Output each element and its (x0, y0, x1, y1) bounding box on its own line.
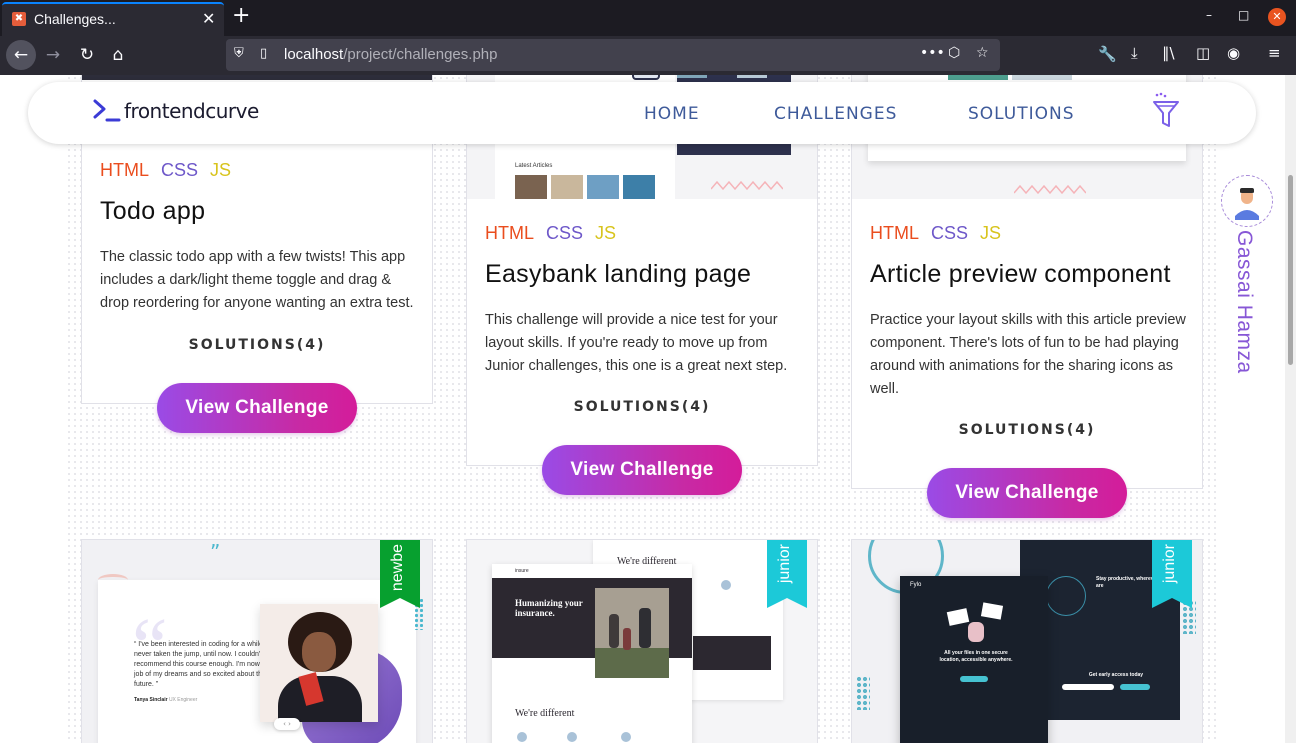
browser-toolbar: ← → ↻ ⌂ ⛨ ▯ localhost/project/challenges… (0, 36, 1296, 75)
reload-icon[interactable]: ↻ (72, 40, 102, 70)
home-icon[interactable]: ⌂ (103, 40, 133, 70)
pocket-icon[interactable]: ⬡ (948, 45, 960, 61)
solutions-count[interactable]: SOLUTIONS(4) (852, 422, 1202, 438)
profile-name: Gassai Hamza (1233, 230, 1256, 374)
tech-tags: HTML CSS JS (100, 160, 231, 181)
tag-css: CSS (161, 160, 199, 180)
page-viewport: HTML CSS JS Todo app The classic todo app … (0, 75, 1296, 743)
url-text[interactable]: localhost/project/challenges.php (284, 46, 497, 63)
card-title: Todo app (100, 197, 206, 225)
fylo-headline: All your files in one secure location, a… (939, 650, 1013, 663)
level-ribbon: junior (767, 540, 807, 608)
tag-html: HTML (485, 223, 534, 243)
insure-different-heading-2: We're different (515, 708, 575, 719)
zigzag-decoration (1014, 184, 1086, 195)
site-header: frontendcurve HOME CHALLENGES SOLUTIONS (28, 82, 1256, 144)
slider-arrows: ‹ › (274, 718, 300, 730)
forward-icon[interactable]: → (38, 40, 68, 70)
card-description: The classic todo app with a few twists! … (100, 249, 414, 311)
tag-html: HTML (870, 223, 919, 243)
filter-funnel-icon[interactable] (1151, 92, 1181, 130)
window-close-icon[interactable]: ✕ (1268, 8, 1286, 26)
browser-tab[interactable]: ✖ Challenges... ✕ (2, 2, 224, 36)
url-host: localhost (284, 46, 344, 63)
sidebar-icon[interactable]: ◫ (1196, 44, 1210, 62)
level-label: junior (1161, 544, 1178, 584)
insure-logo: insure (515, 568, 529, 574)
tab-title: Challenges... (34, 11, 116, 27)
tracking-shield-icon[interactable]: ⛨ (234, 46, 244, 61)
minimize-icon[interactable]: – (1206, 8, 1212, 22)
tab-bar: ✖ Challenges... ✕ + – □ ✕ (0, 0, 1296, 36)
close-tab-icon[interactable]: ✕ (202, 9, 215, 28)
nav-challenges[interactable]: CHALLENGES (774, 104, 897, 124)
challenge-card: ” “ “ I've been interested in coding for… (81, 539, 433, 743)
family-photo (595, 588, 669, 678)
fylo-cta: Get early access today (1088, 672, 1144, 678)
tag-css: CSS (546, 223, 584, 243)
url-bar[interactable]: ⛨ ▯ localhost/project/challenges.php •••… (226, 39, 1000, 71)
nav-home[interactable]: HOME (644, 104, 700, 124)
view-challenge-button[interactable]: View Challenge (927, 468, 1127, 518)
terminal-prompt-icon (93, 99, 121, 122)
fylo-logo: Fylo (910, 582, 922, 588)
page-info-icon[interactable]: ▯ (260, 46, 267, 61)
maximize-icon[interactable]: □ (1238, 8, 1249, 22)
level-label: junior (776, 544, 793, 584)
avatar-icon (1229, 183, 1265, 220)
card-preview-image[interactable] (82, 75, 432, 80)
card-preview-image[interactable]: We're different insure Humanizing your i… (467, 540, 817, 743)
download-icon[interactable]: ⤓ (1131, 44, 1138, 62)
account-icon[interactable]: ◉ (1227, 44, 1240, 62)
logo-text: frontendcurve (124, 99, 259, 123)
card-description: This challenge will provide a nice test … (485, 312, 788, 374)
tag-js: JS (980, 223, 1002, 243)
testimonial-photo (260, 604, 378, 722)
page-actions-icon[interactable]: ••• (920, 45, 945, 61)
menu-icon[interactable]: ≡ (1268, 44, 1281, 62)
solutions-count[interactable]: SOLUTIONS(4) (467, 399, 817, 415)
view-challenge-button[interactable]: View Challenge (542, 445, 742, 495)
xampp-favicon-icon: ✖ (12, 12, 26, 26)
solutions-count[interactable]: SOLUTIONS(4) (82, 337, 432, 353)
fylo-illustration (946, 602, 1008, 644)
insure-headline: Humanizing your insurance. (515, 598, 583, 618)
nav-solutions[interactable]: SOLUTIONS (968, 104, 1075, 124)
card-title: Easybank landing page (485, 260, 752, 288)
tech-tags: HTML CSS JS (870, 223, 1001, 244)
tag-js: JS (595, 223, 617, 243)
page-scrollbar[interactable] (1285, 75, 1296, 743)
browser-chrome: ✖ Challenges... ✕ + – □ ✕ ← → ↻ ⌂ ⛨ ▯ lo… (0, 0, 1296, 75)
tag-html: HTML (100, 160, 149, 180)
tag-css: CSS (931, 223, 969, 243)
card-title: Article preview component (870, 260, 1171, 288)
level-ribbon: junior (1152, 540, 1192, 608)
new-tab-icon[interactable]: + (232, 3, 250, 28)
level-label: newbe (389, 544, 406, 592)
view-challenge-button[interactable]: View Challenge (157, 383, 357, 433)
zigzag-decoration (711, 180, 783, 191)
testimonial-quote: “ I've been interested in coding for a w… (134, 641, 279, 688)
quote-marks-decoration: ” (210, 540, 221, 564)
challenge-card: Stay productive, wherever you are Fylo A… (851, 539, 1203, 743)
profile-avatar[interactable] (1221, 175, 1273, 227)
back-icon[interactable]: ← (6, 40, 36, 70)
scrollbar-thumb[interactable] (1288, 175, 1293, 365)
tech-tags: HTML CSS JS (485, 223, 616, 244)
library-icon[interactable]: ∥\ (1162, 44, 1175, 62)
tag-js: JS (210, 160, 232, 180)
wrench-icon[interactable]: 🔧 (1098, 45, 1117, 63)
level-ribbon: newbe (380, 540, 420, 608)
testimonial-role: UX Engineer (168, 697, 198, 703)
url-path: /project/challenges.php (343, 46, 498, 63)
card-preview-image[interactable]: Stay productive, wherever you are Fylo A… (852, 540, 1202, 743)
testimonial-author: Tanya Sinclair (134, 697, 168, 703)
challenge-card: We're different insure Humanizing your i… (466, 539, 818, 743)
bookmark-star-icon[interactable]: ☆ (976, 45, 989, 61)
card-description: Practice your layout skills with this ar… (870, 312, 1186, 397)
